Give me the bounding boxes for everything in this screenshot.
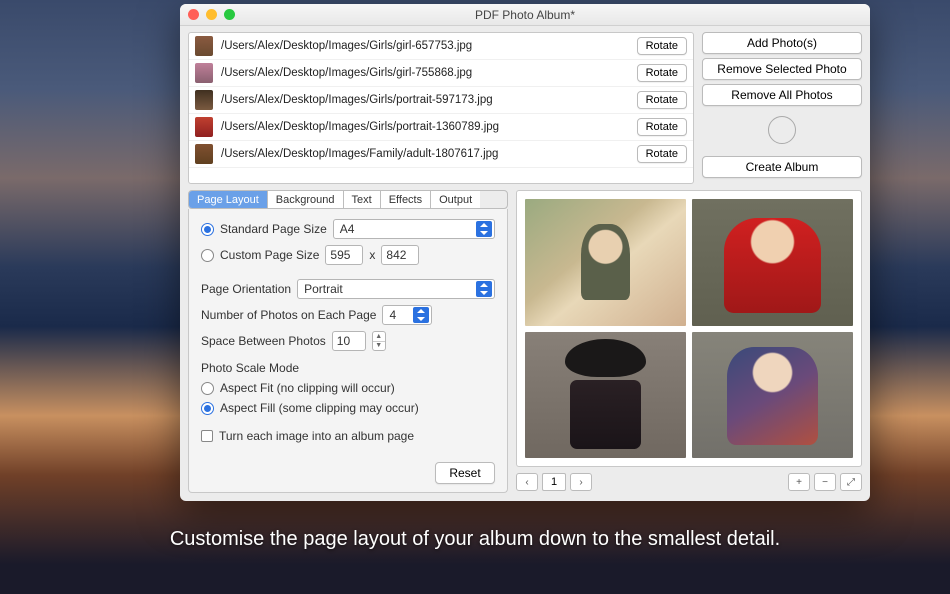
num-photos-value: 4 [389,308,396,322]
preview-controls: ‹ 1 › + − ⤢ [516,471,862,493]
page-layout-form: Standard Page Size A4 Custom Page Size 5… [188,209,508,493]
custom-height-input[interactable]: 842 [381,245,419,265]
standard-size-radio[interactable] [201,223,214,236]
file-thumbnail-icon [195,36,213,56]
create-album-button[interactable]: Create Album [702,156,862,178]
file-thumbnail-icon [195,144,213,164]
window-title: PDF Photo Album* [180,8,870,22]
num-photos-select[interactable]: 4 [382,305,432,325]
file-path: /Users/Alex/Desktop/Images/Girls/portrai… [221,94,629,106]
orientation-value: Portrait [304,282,343,296]
preview-photo [692,332,853,459]
side-buttons: Add Photo(s) Remove Selected Photo Remov… [702,32,862,184]
tab-effects[interactable]: Effects [381,191,431,208]
file-row[interactable]: /Users/Alex/Desktop/Images/Family/adult-… [189,141,693,168]
standard-size-value: A4 [340,222,355,236]
reset-button[interactable]: Reset [435,462,495,484]
progress-spinner-icon [768,116,796,144]
aspect-fit-radio[interactable] [201,382,214,395]
chevron-updown-icon [476,281,492,297]
remove-selected-button[interactable]: Remove Selected Photo [702,58,862,80]
window-content: /Users/Alex/Desktop/Images/Girls/girl-65… [180,26,870,501]
tab-text[interactable]: Text [344,191,381,208]
file-thumbnail-icon [195,117,213,137]
file-path: /Users/Alex/Desktop/Images/Family/adult-… [221,148,629,160]
fullscreen-button[interactable]: ⤢ [840,473,862,491]
turn-page-checkbox[interactable] [201,430,213,442]
add-photos-button[interactable]: Add Photo(s) [702,32,862,54]
chevron-updown-icon [413,307,429,323]
file-row[interactable]: /Users/Alex/Desktop/Images/Girls/portrai… [189,114,693,141]
standard-size-select[interactable]: A4 [333,219,495,239]
file-path: /Users/Alex/Desktop/Images/Girls/girl-75… [221,67,629,79]
rotate-button[interactable]: Rotate [637,37,687,55]
marketing-caption: Customise the page layout of your album … [0,528,950,551]
file-path: /Users/Alex/Desktop/Images/Girls/girl-65… [221,40,629,52]
rotate-button[interactable]: Rotate [637,145,687,163]
plus-icon: + [796,477,802,488]
file-list[interactable]: /Users/Alex/Desktop/Images/Girls/girl-65… [188,32,694,184]
prev-page-button[interactable]: ‹ [516,473,538,491]
app-window: PDF Photo Album* /Users/Alex/Desktop/Ima… [180,4,870,501]
aspect-fill-label: Aspect Fill (some clipping may occur) [220,401,419,415]
chevron-updown-icon [476,221,492,237]
page-number-input[interactable]: 1 [542,473,566,491]
space-stepper[interactable]: ▲▼ [372,331,386,351]
x-label: x [369,248,375,262]
chevron-down-icon: ▼ [373,342,385,351]
file-thumbnail-icon [195,63,213,83]
remove-all-button[interactable]: Remove All Photos [702,84,862,106]
aspect-fit-label: Aspect Fit (no clipping will occur) [220,381,395,395]
standard-size-label: Standard Page Size [220,222,327,236]
next-page-button[interactable]: › [570,473,592,491]
preview-photo [692,199,853,326]
turn-page-label: Turn each image into an album page [219,429,414,443]
zoom-in-button[interactable]: + [788,473,810,491]
rotate-button[interactable]: Rotate [637,118,687,136]
tab-output[interactable]: Output [431,191,480,208]
tab-page-layout[interactable]: Page Layout [189,191,268,208]
file-thumbnail-icon [195,90,213,110]
space-input[interactable]: 10 [332,331,366,351]
tabs: Page Layout Background Text Effects Outp… [188,190,508,209]
titlebar: PDF Photo Album* [180,4,870,26]
custom-width-input[interactable]: 595 [325,245,363,265]
space-label: Space Between Photos [201,334,326,348]
orientation-select[interactable]: Portrait [297,279,495,299]
file-row[interactable]: /Users/Alex/Desktop/Images/Girls/girl-65… [189,33,693,60]
custom-size-label: Custom Page Size [220,248,319,262]
file-row[interactable]: /Users/Alex/Desktop/Images/Girls/portrai… [189,87,693,114]
minus-icon: − [822,477,828,488]
rotate-button[interactable]: Rotate [637,64,687,82]
settings-panel: Page Layout Background Text Effects Outp… [188,190,508,493]
custom-size-radio[interactable] [201,249,214,262]
expand-icon: ⤢ [847,477,855,488]
chevron-up-icon: ▲ [373,332,385,342]
chevron-left-icon: ‹ [525,477,528,488]
num-photos-label: Number of Photos on Each Page [201,308,376,322]
preview-photo [525,332,686,459]
aspect-fill-radio[interactable] [201,402,214,415]
rotate-button[interactable]: Rotate [637,91,687,109]
file-path: /Users/Alex/Desktop/Images/Girls/portrai… [221,121,629,133]
preview-panel: ‹ 1 › + − ⤢ [516,190,862,493]
file-row[interactable]: /Users/Alex/Desktop/Images/Girls/girl-75… [189,60,693,87]
zoom-out-button[interactable]: − [814,473,836,491]
chevron-right-icon: › [579,477,582,488]
preview-photo [525,199,686,326]
scale-mode-label: Photo Scale Mode [201,361,495,375]
preview-page [516,190,862,467]
orientation-label: Page Orientation [201,282,291,296]
tab-background[interactable]: Background [268,191,344,208]
